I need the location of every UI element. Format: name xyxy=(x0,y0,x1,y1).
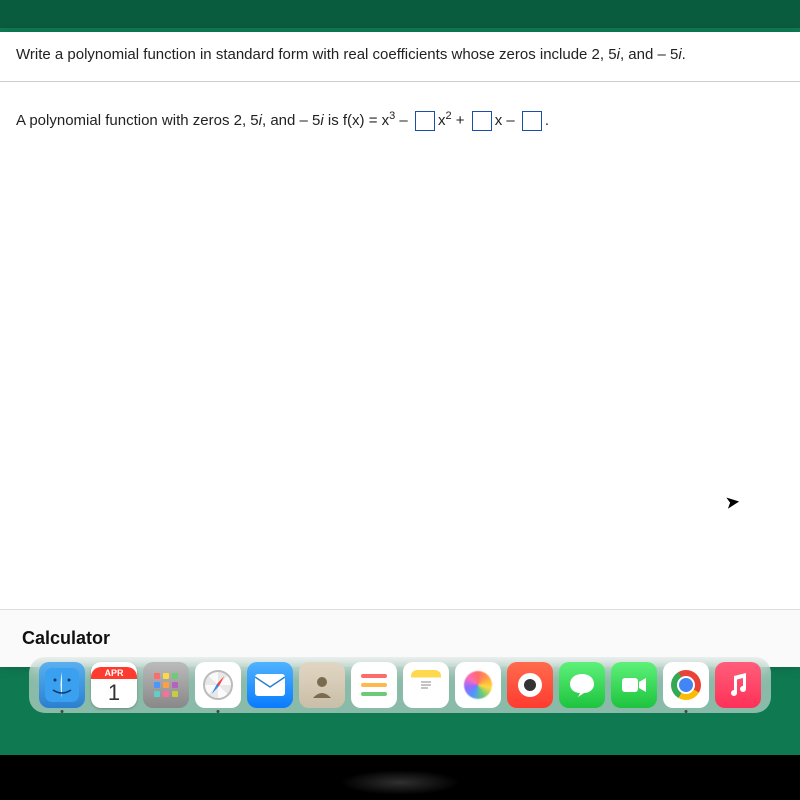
input-box-3[interactable] xyxy=(522,111,542,131)
photobooth-icon[interactable] xyxy=(507,662,553,708)
safari-icon[interactable] xyxy=(195,662,241,708)
chrome-icon[interactable] xyxy=(663,662,709,708)
problem-window: Write a polynomial function in standard … xyxy=(0,32,800,667)
dock: APR 1 xyxy=(29,657,771,713)
messages-icon[interactable] xyxy=(559,662,605,708)
calendar-icon[interactable]: APR 1 xyxy=(91,662,137,708)
reminders-icon[interactable] xyxy=(351,662,397,708)
facetime-icon[interactable] xyxy=(611,662,657,708)
question-text: Write a polynomial function in standard … xyxy=(0,32,800,82)
answer-area: A polynomial function with zeros 2, 5i, … xyxy=(0,82,800,609)
contacts-icon[interactable] xyxy=(299,662,345,708)
input-box-2[interactable] xyxy=(472,111,492,131)
input-box-1[interactable] xyxy=(415,111,435,131)
finder-icon[interactable] xyxy=(39,662,85,708)
photos-icon[interactable] xyxy=(455,662,501,708)
mail-icon[interactable] xyxy=(247,662,293,708)
question-prefix: Write a polynomial function in standard … xyxy=(16,46,617,63)
cursor-icon: ➤ xyxy=(724,491,742,514)
notes-icon[interactable] xyxy=(403,662,449,708)
music-icon[interactable] xyxy=(715,662,761,708)
launchpad-icon[interactable] xyxy=(143,662,189,708)
answer-prefix: A polynomial function with zeros 2, 5 xyxy=(16,112,259,129)
